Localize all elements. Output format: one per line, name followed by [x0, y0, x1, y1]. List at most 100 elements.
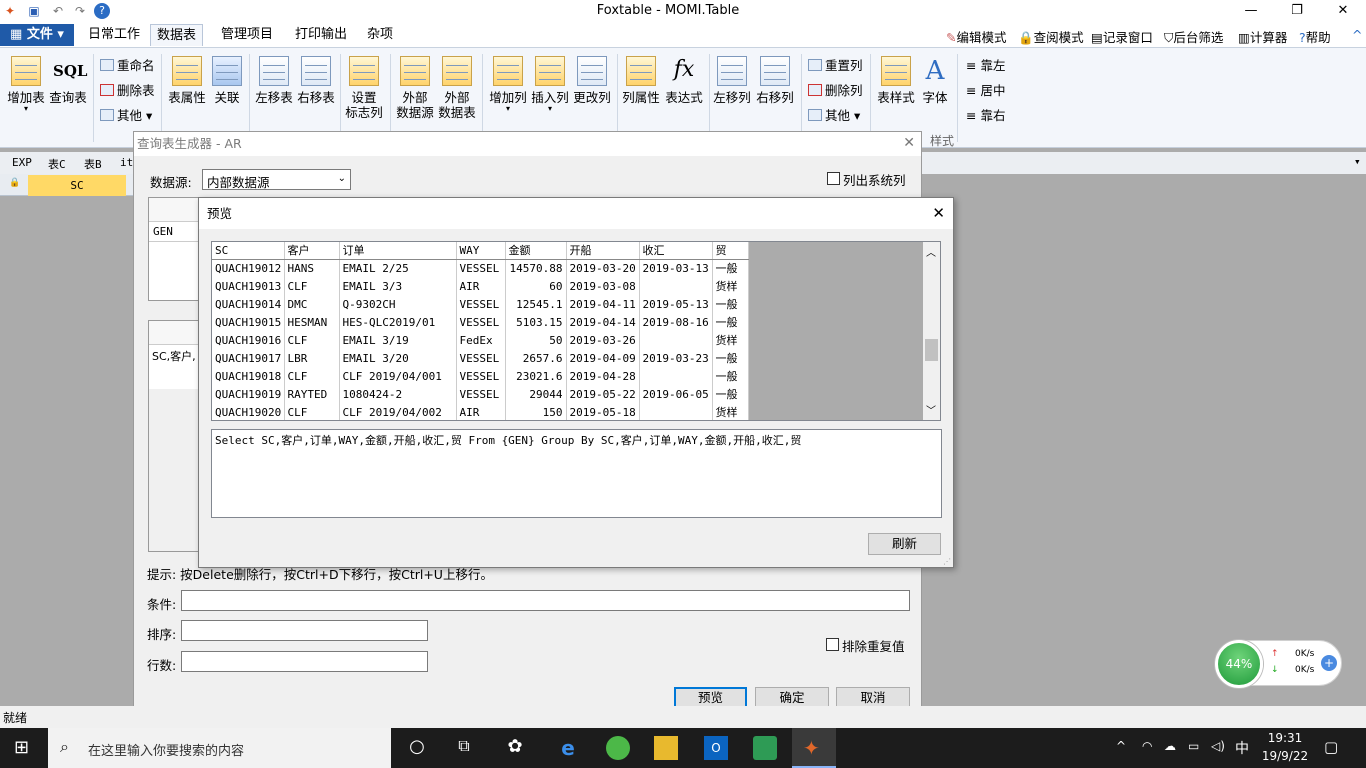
relation-button[interactable]: 关联 [210, 56, 244, 105]
background-filter-button[interactable]: ⛉后台筛选 [1164, 27, 1223, 46]
table-row[interactable]: QUACH19014 DMC Q-9302CH VESSEL 12545.1 2019-0… [212, 295, 749, 313]
table-cell[interactable]: 29044 [505, 385, 567, 403]
app-icon-2[interactable] [753, 736, 777, 760]
table-cell[interactable]: VESSEL [456, 385, 506, 403]
other-column-menu-button[interactable]: 其他 ▾ [808, 108, 860, 124]
tab-manage-project[interactable]: 管理项目 [215, 26, 279, 48]
table-cell[interactable]: CLF 2019/04/001 [339, 367, 457, 385]
table-cell[interactable]: QUACH19012 [212, 259, 285, 277]
insert-column-button[interactable]: 插入列 ▾ [530, 56, 570, 113]
table-cell[interactable]: EMAIL 3/20 [339, 349, 457, 367]
table-cell[interactable]: 2019-04-11 [566, 295, 640, 313]
table-cell[interactable]: 60 [505, 277, 567, 295]
table-cell[interactable] [639, 331, 713, 349]
table-cell[interactable]: 50 [505, 331, 567, 349]
table-cell[interactable]: 1080424-2 [339, 385, 457, 403]
table-cell[interactable]: VESSEL [456, 313, 506, 331]
table-cell[interactable]: 2019-03-23 [639, 349, 713, 367]
table-row[interactable]: QUACH19020 CLF CLF 2019/04/002 AIR 150 2019-0… [212, 403, 749, 420]
table-cell[interactable]: 2019-03-08 [566, 277, 640, 295]
column-header[interactable]: WAY [456, 242, 506, 260]
sheet-tab-c[interactable]: 表C [48, 156, 66, 172]
close-icon[interactable]: ✕ [932, 204, 945, 222]
column-header[interactable]: 客户 [284, 242, 340, 260]
move-column-right-button[interactable]: 右移列 [754, 56, 796, 105]
battery-icon[interactable]: ▭ [1188, 739, 1199, 753]
table-cell[interactable]: QUACH19014 [212, 295, 285, 313]
task-view-icon[interactable]: ⧉ [452, 736, 476, 760]
clock-date[interactable]: 19/9/22 [1260, 749, 1310, 763]
table-cell[interactable]: 2657.6 [505, 349, 567, 367]
close-window-button[interactable]: ✕ [1320, 0, 1366, 22]
table-row[interactable]: QUACH19017 LBR EMAIL 3/20 VESSEL 2657.6 2019-… [212, 349, 749, 367]
table-cell[interactable]: 2019-03-26 [566, 331, 640, 349]
column-header-sc[interactable]: SC [28, 175, 126, 196]
delete-column-button[interactable]: 删除列 [808, 83, 863, 99]
table-cell[interactable]: DMC [284, 295, 340, 313]
table-properties-button[interactable]: 表属性 [166, 56, 208, 105]
add-column-button[interactable]: 增加列 ▾ [488, 56, 528, 113]
table-cell[interactable]: 12545.1 [505, 295, 567, 313]
clock-time[interactable]: 19:31 [1262, 731, 1308, 745]
move-table-left-button[interactable]: 左移表 [254, 56, 294, 105]
data-source-select[interactable]: 内部数据源 ⌄ [202, 169, 351, 190]
table-cell[interactable]: QUACH19018 [212, 367, 285, 385]
table-cell[interactable]: EMAIL 3/19 [339, 331, 457, 349]
tab-print-output[interactable]: 打印输出 [289, 26, 353, 48]
file-menu-button[interactable]: ▦ 文件 ▾ [0, 24, 74, 46]
list-system-columns-checkbox[interactable] [827, 172, 840, 185]
collapse-ribbon-icon[interactable]: ^ [1352, 27, 1362, 42]
table-cell[interactable]: 2019-08-16 [639, 313, 713, 331]
table-cell[interactable]: 5103.15 [505, 313, 567, 331]
table-cell[interactable]: 14570.88 [505, 259, 567, 277]
move-table-right-button[interactable]: 右移表 [296, 56, 336, 105]
sheet-tab-it[interactable]: it [120, 156, 133, 169]
record-window-button[interactable]: ▤记录窗口 [1091, 27, 1153, 46]
table-cell[interactable]: 一般 [712, 295, 749, 313]
table-cell[interactable]: QUACH19017 [212, 349, 285, 367]
edge-icon[interactable]: e [556, 736, 580, 760]
scroll-down-icon[interactable]: ﹀ [926, 402, 936, 417]
table-row[interactable]: QUACH19016 CLF EMAIL 3/19 FedEx 50 2019-03-26… [212, 331, 749, 349]
other-menu-button[interactable]: 其他 ▾ [100, 108, 152, 124]
table-cell[interactable]: VESSEL [456, 295, 506, 313]
add-table-button[interactable]: 增加表 ▾ [6, 56, 46, 113]
table-cell[interactable]: HANS [284, 259, 340, 277]
table-cell[interactable]: FedEx [456, 331, 506, 349]
table-cell[interactable] [639, 403, 713, 420]
table-cell[interactable]: AIR [456, 403, 506, 420]
cortana-icon[interactable]: ○ [405, 736, 429, 760]
taskbar-search-box[interactable]: ⌕ 在这里输入你要搜索的内容 [48, 728, 391, 768]
table-style-button[interactable]: 表样式 [875, 56, 917, 105]
table-cell[interactable]: RAYTED [284, 385, 340, 403]
resize-grip-icon[interactable]: ⋰ [943, 557, 951, 566]
restore-button[interactable]: ❐ [1274, 0, 1320, 22]
edit-mode-button[interactable]: ✎编辑模式 [946, 27, 1007, 46]
condition-input[interactable] [181, 590, 910, 611]
table-cell[interactable]: EMAIL 2/25 [339, 259, 457, 277]
column-properties-button[interactable]: 列属性 [620, 56, 662, 105]
move-column-left-button[interactable]: 左移列 [712, 56, 752, 105]
browser-icon[interactable] [606, 736, 630, 760]
column-header[interactable]: 订单 [339, 242, 457, 260]
query-table-button[interactable]: SQL 查询表 [48, 56, 88, 105]
table-cell[interactable]: 2019-05-22 [566, 385, 640, 403]
lock-column-icon[interactable]: 🔒 [9, 178, 20, 188]
table-cell[interactable]: 2019-06-05 [639, 385, 713, 403]
tab-misc[interactable]: 杂项 [361, 26, 399, 48]
minimize-button[interactable]: — [1228, 0, 1274, 22]
table-cell[interactable]: QUACH19019 [212, 385, 285, 403]
table-cell[interactable]: 一般 [712, 349, 749, 367]
outlook-icon[interactable]: O [704, 736, 728, 760]
delete-table-button[interactable]: 删除表 [100, 83, 155, 99]
table-cell[interactable]: QUACH19016 [212, 331, 285, 349]
table-cell[interactable]: CLF 2019/04/002 [339, 403, 457, 420]
table-list-item-gen[interactable]: GEN [149, 222, 199, 242]
calculator-button[interactable]: ▥计算器 [1238, 27, 1287, 46]
windows-start-icon[interactable]: ⊞ [14, 738, 29, 758]
table-row[interactable]: QUACH19015 HESMAN HES-QLC2019/01 VESSEL 5103… [212, 313, 749, 331]
table-cell[interactable]: 一般 [712, 385, 749, 403]
foxtable-taskbar-button[interactable]: ✦ [792, 728, 836, 768]
table-cell[interactable]: QUACH19020 [212, 403, 285, 420]
memory-percent[interactable]: 44% [1215, 640, 1263, 688]
